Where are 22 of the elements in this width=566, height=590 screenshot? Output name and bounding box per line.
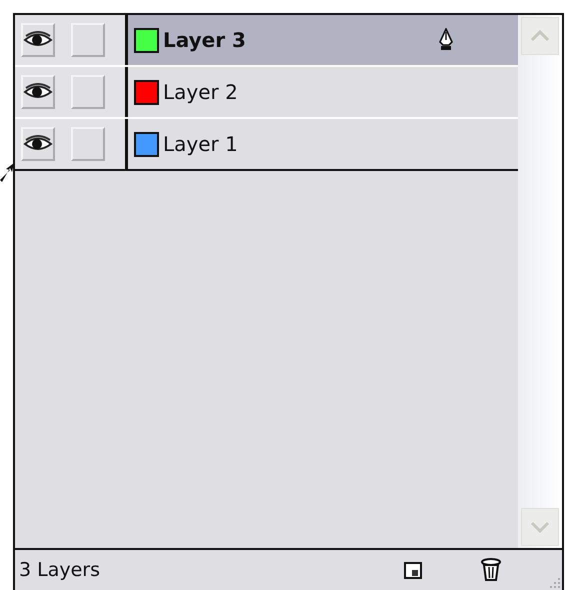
scroll-up-button[interactable] (521, 17, 559, 55)
lock-toggle[interactable] (71, 127, 105, 161)
layer-name: Layer 3 (163, 28, 246, 52)
scroll-down-button[interactable] (521, 508, 559, 546)
chevron-down-icon (530, 521, 550, 533)
scrollbar[interactable] (518, 15, 562, 548)
eye-icon (23, 31, 53, 49)
lock-toggle[interactable] (71, 23, 105, 57)
layer-name: Layer 2 (163, 80, 238, 104)
visibility-toggle[interactable] (21, 127, 55, 161)
layer-name: Layer 1 (163, 132, 238, 156)
visibility-toggle[interactable] (21, 75, 55, 109)
eye-icon (23, 135, 53, 153)
pen-nib-icon (438, 28, 454, 52)
chevron-up-icon (530, 30, 550, 42)
trash-icon (480, 558, 502, 582)
visibility-toggle[interactable] (21, 23, 55, 57)
layer-row[interactable]: Layer 3 (128, 15, 518, 65)
layer-count-label: 3 Layers (19, 559, 102, 581)
new-page-icon (403, 560, 423, 580)
lock-toggle[interactable] (71, 75, 105, 109)
eye-icon (23, 83, 53, 101)
